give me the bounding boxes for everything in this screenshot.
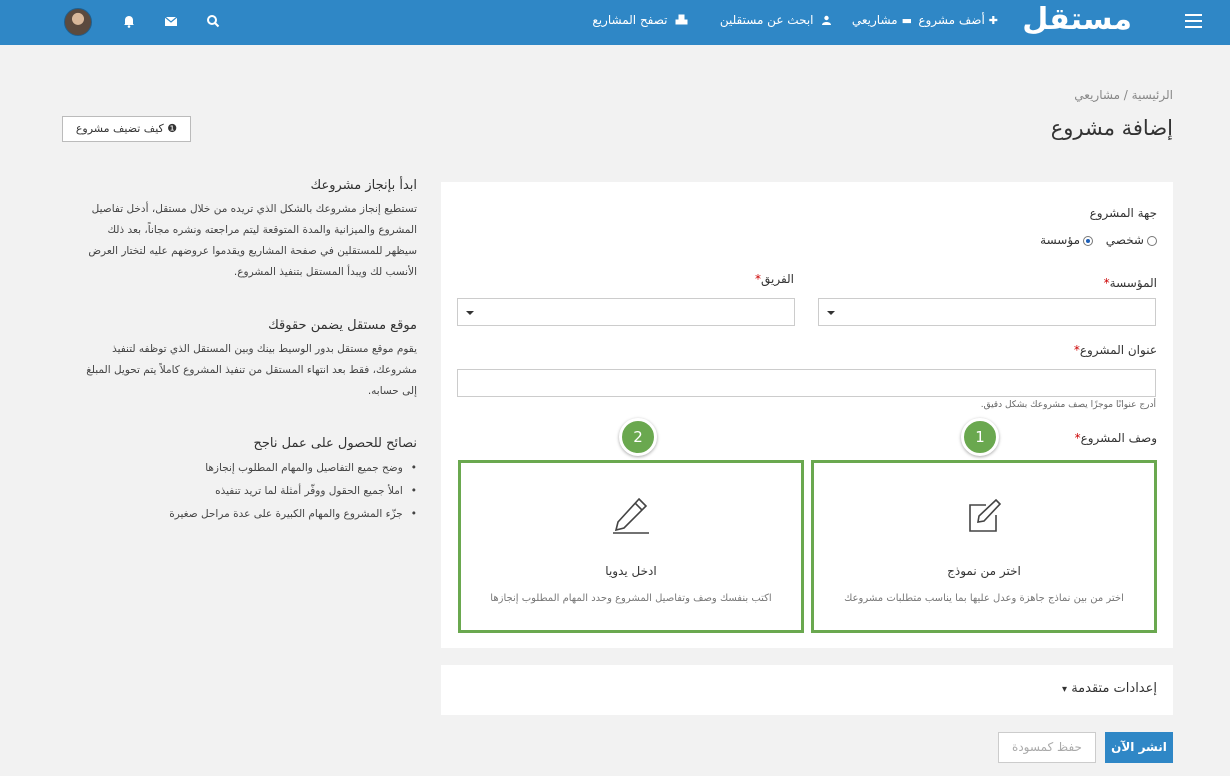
manual-entry-title: ادخل يدويا xyxy=(605,564,657,578)
search-icon[interactable] xyxy=(206,13,222,29)
institution-label: المؤسسة* xyxy=(1104,276,1157,290)
nav-add-project-label: أضف مشروع xyxy=(918,13,985,27)
top-navbar: مستقل ✚أضف مشروع ▬مشاريعي ابحث عن مستقلي… xyxy=(0,0,1230,45)
nav-find-freelancers[interactable]: ابحث عن مستقلين xyxy=(720,13,832,27)
project-title-input[interactable] xyxy=(457,369,1156,397)
project-title-label-text: عنوان المشروع xyxy=(1079,343,1157,357)
chevron-down-icon: ▾ xyxy=(1062,684,1068,695)
info-section-tips: نصائح للحصول على عمل ناجح وضح جميع التفا… xyxy=(62,436,417,526)
info-title: ابدأ بإنجاز مشروعك xyxy=(310,178,417,193)
nav-browse-projects-label: تصفح المشاريع xyxy=(592,13,668,27)
manual-entry-description: اكتب بنفسك وصف وتفاصيل المشروع وحدد المه… xyxy=(490,593,772,604)
info-line: الأنسب لك ويبدأ المستقل بتنفيذ المشروع. xyxy=(233,266,417,278)
save-draft-button[interactable]: حفظ كمسودة xyxy=(998,732,1096,763)
radio-institution-button[interactable] xyxy=(1083,235,1093,246)
team-select[interactable] xyxy=(457,298,795,326)
tip-item: املأ جميع الحقول ووفّر أمثلة لما تريد تن… xyxy=(62,480,417,503)
nav-add-project[interactable]: ✚أضف مشروع xyxy=(918,13,998,27)
info-title: موقع مستقل يضمن حقوقك xyxy=(268,318,417,333)
radio-personal[interactable]: شخصي xyxy=(1106,233,1157,247)
info-line: مشروعك، فقط بعد انتهاء المستقل من تنفيذ … xyxy=(86,364,417,376)
nav-find-freelancers-label: ابحث عن مستقلين xyxy=(719,13,814,27)
info-icon: ❶ xyxy=(167,122,178,135)
site-logo[interactable]: مستقل xyxy=(1022,2,1132,37)
edit-square-icon xyxy=(964,495,1004,535)
choose-template-card[interactable]: اختر من نموذج اختر من بين نماذج جاهزة وع… xyxy=(811,460,1157,633)
advanced-settings: إعدادات متقدمة ▾ xyxy=(1062,681,1157,696)
pencil-icon xyxy=(611,495,651,535)
nav-my-projects-label: مشاريعي xyxy=(851,13,898,27)
how-to-label: كيف تضيف مشروع xyxy=(75,122,164,135)
radio-institution[interactable]: مؤسسة xyxy=(1040,233,1093,247)
info-line: يقوم موقع مستقل بدور الوسيط بينك وبين ال… xyxy=(112,343,417,355)
info-section-start: ابدأ بإنجاز مشروعك تستطيع إنجاز مشروعك ب… xyxy=(62,178,417,283)
project-title-hint: أدرج عنوانًا موجزًا يصف مشروعك بشكل دقيق… xyxy=(980,400,1156,410)
radio-institution-label: مؤسسة xyxy=(1040,233,1080,247)
choose-template-description: اختر من بين نماذج جاهزة وعدل عليها بما ي… xyxy=(844,593,1124,604)
page-title: إضافة مشروع xyxy=(1050,116,1173,140)
project-description-label: وصف المشروع* xyxy=(1075,431,1157,445)
nav-my-projects[interactable]: ▬مشاريعي xyxy=(852,13,912,27)
step-badge-2: 2 xyxy=(619,418,657,456)
avatar[interactable] xyxy=(64,8,92,36)
team-label-text: الفريق xyxy=(760,272,794,286)
plus-icon: ✚ xyxy=(988,14,998,27)
info-section-rights: موقع مستقل يضمن حقوقك يقوم موقع مستقل بد… xyxy=(62,318,417,402)
project-title-label: عنوان المشروع* xyxy=(1074,343,1157,357)
choose-template-title: اختر من نموذج xyxy=(947,564,1021,578)
project-description-label-text: وصف المشروع xyxy=(1080,431,1157,445)
bell-icon[interactable] xyxy=(122,13,138,29)
institution-select[interactable] xyxy=(818,298,1156,326)
step-badge-1: 1 xyxy=(961,418,999,456)
info-line: المشروع والميزانية والمدة المتوقعة ليتم … xyxy=(107,224,417,236)
how-to-add-project-button[interactable]: ❶ كيف تضيف مشروع xyxy=(62,116,191,142)
nav-browse-projects[interactable]: تصفح المشاريع xyxy=(592,13,688,27)
envelope-icon[interactable] xyxy=(164,13,180,29)
team-label: الفريق* xyxy=(755,272,794,286)
manual-entry-card[interactable]: ادخل يدويا اكتب بنفسك وصف وتفاصيل المشرو… xyxy=(458,460,804,633)
chevron-down-icon xyxy=(466,311,474,315)
advanced-settings-toggle[interactable]: إعدادات متقدمة ▾ xyxy=(441,665,1173,715)
institution-label-text: المؤسسة xyxy=(1109,276,1157,290)
breadcrumb[interactable]: الرئيسية / مشاريعي xyxy=(1074,88,1173,102)
info-line: إلى حسابه. xyxy=(367,385,417,397)
users-icon xyxy=(818,14,833,27)
info-line: تستطيع إنجاز مشروعك بالشكل الذي تريده من… xyxy=(91,203,417,215)
cubes-icon xyxy=(672,14,689,27)
advanced-settings-label: إعدادات متقدمة xyxy=(1071,681,1157,696)
chevron-down-icon xyxy=(827,311,835,315)
project-party-label: جهة المشروع xyxy=(1089,206,1157,220)
tip-item: وضح جميع التفاصيل والمهام المطلوب إنجازه… xyxy=(62,457,417,480)
radio-personal-label: شخصي xyxy=(1105,233,1144,247)
radio-personal-button[interactable] xyxy=(1147,235,1157,246)
info-line: سيظهر للمستقلين في صفحة المشاريع ويقدموا… xyxy=(88,245,417,257)
tip-item: جزّء المشروع والمهام الكبيرة على عدة مرا… xyxy=(62,503,417,526)
menu-icon[interactable] xyxy=(1185,14,1202,28)
folder-icon: ▬ xyxy=(901,14,912,27)
publish-button[interactable]: انشر الآن xyxy=(1105,732,1173,763)
tips-title: نصائح للحصول على عمل ناجح xyxy=(253,436,417,451)
